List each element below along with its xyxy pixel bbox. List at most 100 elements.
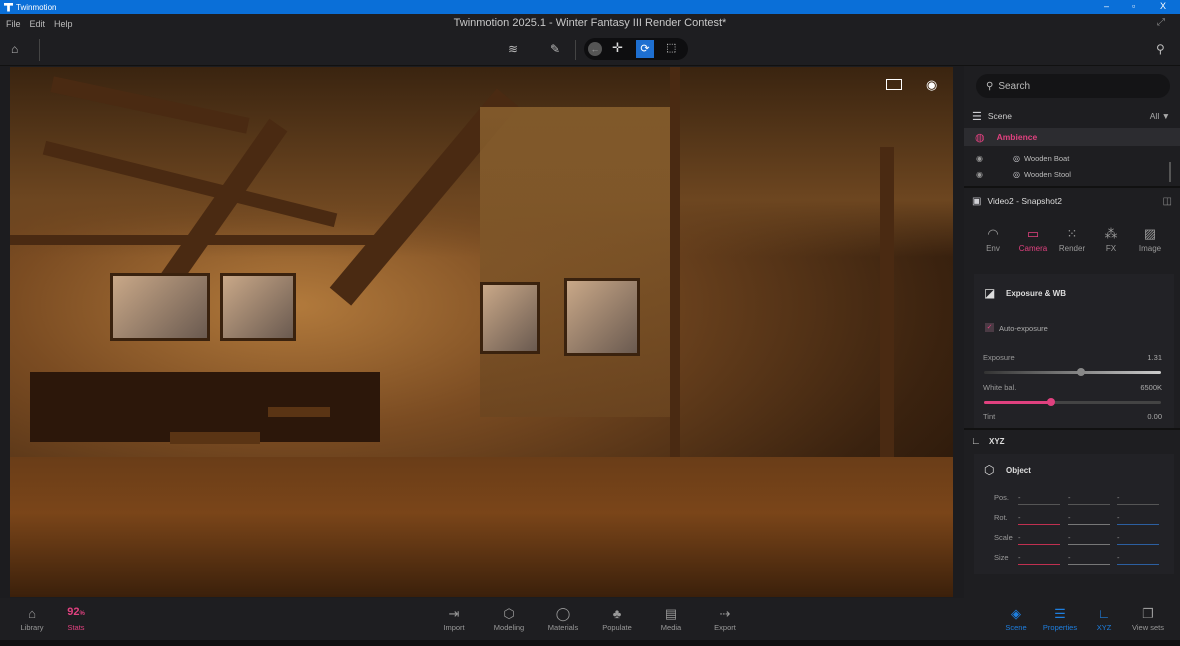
expand-icon[interactable]: ⤢ [1157,17,1165,28]
xyz-title: XYZ [989,437,1005,446]
xyz-field[interactable]: - [1018,533,1021,542]
tab-image[interactable]: ▨ Image [1130,226,1170,253]
media-button[interactable]: ▤ Media [647,606,695,632]
xyz-field[interactable]: - [1117,533,1120,542]
object-title: Object [1006,466,1031,475]
xyz-field-underline [1117,544,1159,545]
modeling-button[interactable]: ⬡ Modeling [485,606,533,632]
orbit-icon[interactable]: ⟳ [636,40,654,58]
xyz-field-underline [1018,524,1060,525]
window [110,273,210,341]
item-label: Wooden Stool [1023,169,1071,179]
eye-icon[interactable]: ◉ [926,77,937,93]
divider [964,428,1180,430]
list-item[interactable]: ◉ ◎ Wooden Stool [964,168,1180,180]
auto-exposure-checkbox[interactable]: ✓ [985,323,994,332]
snapshot-header: ▣ Video2 - Snapshot2 ◫ [964,194,1180,208]
os-taskbar [0,640,1180,646]
user-icon[interactable]: ⚲ [1156,42,1165,56]
wooden-floor [10,457,953,597]
search-input[interactable]: ⚲ Search [976,74,1170,98]
search-placeholder: Search [998,80,1031,92]
minimize-button[interactable]: – [1104,1,1109,11]
tint-value: 0.00 [1147,412,1162,421]
exposure-label: Exposure [983,353,1015,362]
menu-bar: File Edit Help Twinmotion 2025.1 - Winte… [0,14,1180,34]
scene-label: Scene [987,111,1012,121]
stats-button[interactable]: 92% Stats [52,606,100,632]
view-sets-button[interactable]: ❐ View sets [1124,606,1172,632]
xyz-field-underline [1068,524,1110,525]
exposure-icon: ◪ [984,286,996,300]
tab-camera[interactable]: ▭ Camera [1013,226,1053,253]
scene-button[interactable]: ◈ Scene [992,606,1040,632]
eye-icon[interactable]: ◉ [976,154,983,163]
xyz-field[interactable]: - [1117,553,1120,562]
xyz-field[interactable]: - [1117,513,1120,522]
populate-icon: ♣ [612,606,622,621]
tab-env[interactable]: ◠ Env [973,226,1013,253]
back-icon[interactable]: ← [588,42,602,56]
layers-icon: ◈ [1011,606,1021,621]
app-name: Twinmotion [16,2,57,12]
materials-button[interactable]: ◯ Materials [539,606,587,632]
close-button[interactable]: X [1160,1,1166,11]
import-icon: ⇥ [448,606,460,621]
list-item[interactable]: ◉ ◎ Wooden Boat [964,152,1180,164]
layers-icon[interactable]: ≋ [508,42,518,56]
eye-icon[interactable]: ◉ [976,170,983,179]
move-icon[interactable]: ✛ [612,40,623,56]
library-button[interactable]: ⌂ Library [8,606,56,632]
tab-fx[interactable]: ⁂ FX [1091,226,1131,253]
tab-render[interactable]: ⁙ Render [1052,226,1092,253]
xyz-field[interactable]: - [1117,493,1120,502]
xyz-row-label: Scale [994,533,1013,542]
walk-icon[interactable]: ⬚ [666,41,676,54]
auto-exposure-label: Auto-exposure [999,324,1048,333]
import-button[interactable]: ⇥ Import [430,606,478,632]
search-icon: ⚲ [986,80,994,92]
restore-button[interactable]: ▫ [1132,1,1135,11]
xyz-field[interactable]: - [1068,533,1071,542]
dots-grid-icon: ⁙ [1066,226,1078,241]
export-button[interactable]: ⇢ Export [701,606,749,632]
xyz-field[interactable]: - [1018,513,1021,522]
cube-icon: ⬡ [503,606,515,621]
scene-header: ☰ Scene All ▼ [964,108,1180,124]
scene-filter-dropdown[interactable]: All ▼ [1150,111,1170,121]
xyz-field-underline [1068,544,1110,545]
snapshot-title: Video2 - Snapshot2 [987,196,1062,206]
properties-button[interactable]: ☰ Properties [1036,606,1084,632]
xyz-field[interactable]: - [1018,493,1021,502]
xyz-field[interactable]: - [1068,553,1071,562]
xyz-field[interactable]: - [1068,493,1071,502]
split-view-icon[interactable]: ◫ [1163,196,1172,207]
xyz-field-underline [1117,504,1159,505]
xyz-field-underline [1018,544,1060,545]
populate-button[interactable]: ♣ Populate [593,606,641,632]
materials-icon: ◯ [555,606,571,621]
brush-icon[interactable]: ✎ [550,42,560,56]
xyz-field-underline [1117,524,1159,525]
window [480,282,540,354]
library-icon: ⌂ [28,606,36,621]
home-icon[interactable]: ⌂ [11,42,18,56]
panel-toggle-icon[interactable] [886,79,902,90]
xyz-field[interactable]: - [1068,513,1071,522]
divider [964,186,1180,188]
ambience-label: Ambience [996,132,1038,142]
back-wall [480,107,680,417]
post [670,67,680,467]
divider [39,39,40,61]
xyz-field-underline [1068,564,1110,565]
scrollbar[interactable] [1169,162,1171,182]
3d-viewport[interactable]: ◉ [10,67,953,597]
sliders-icon: ☰ [1054,606,1066,621]
xyz-field[interactable]: - [1018,553,1021,562]
exposure-section-title: Exposure & WB [1006,289,1067,298]
xyz-field-underline [1018,504,1060,505]
exposure-value: 1.31 [1147,353,1162,362]
ambience-item[interactable]: ◍ Ambience [964,128,1180,146]
exposure-slider[interactable] [984,371,1161,374]
xyz-button[interactable]: ∟ XYZ [1080,606,1128,632]
